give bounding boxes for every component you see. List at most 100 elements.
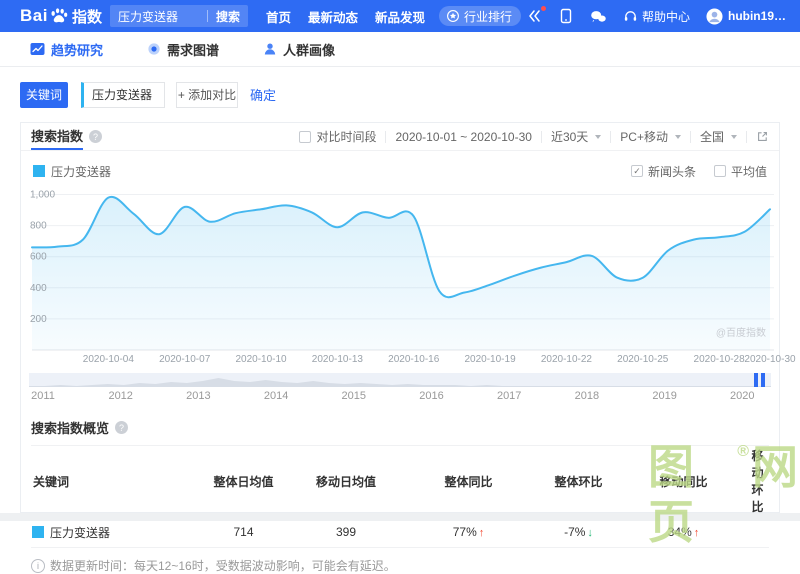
- header-nav: 首页 最新动态 新品发现: [266, 7, 425, 26]
- mobile-mom: [746, 516, 769, 548]
- region-value: 全国: [699, 130, 724, 144]
- nav-item-news[interactable]: 最新动态: [308, 7, 358, 26]
- period-select[interactable]: 近30天: [550, 128, 602, 145]
- divider: [689, 130, 691, 143]
- year-label: 2019: [652, 390, 677, 402]
- index-overview-section: 搜索指数概览 ? 关键词 整体日均值 移动日均值 整体同比 整体环比 移动同比 移动环比 压…: [21, 406, 779, 574]
- news-headlines-toggle[interactable]: 新闻头条: [630, 163, 696, 180]
- svg-text:400: 400: [30, 283, 47, 294]
- header-search-box[interactable]: 压力变送器 搜索: [109, 5, 248, 27]
- mobile-yoy: 34% ↑: [621, 516, 746, 548]
- nav-item-home[interactable]: 首页: [266, 7, 291, 26]
- year-label: 2011: [31, 390, 55, 402]
- panel-header: 搜索指数 ? 对比时间段 2020-10-01 ~ 2020-10-30 近30…: [21, 123, 779, 151]
- export-icon[interactable]: [756, 130, 769, 143]
- keyword-button[interactable]: 关键词: [20, 81, 68, 108]
- page-footer-strip: [0, 513, 800, 521]
- date-range-picker[interactable]: 2020-10-01 ~ 2020-10-30: [395, 130, 531, 144]
- svg-text:1,000: 1,000: [30, 190, 55, 201]
- time-range-slider[interactable]: 2011 2012 2013 2014 2015 2016 2017 2018 2019 2020: [29, 373, 771, 406]
- avatar: [706, 7, 723, 25]
- chart-toggles: 新闻头条 平均值: [630, 163, 767, 180]
- wechat-icon[interactable]: [589, 9, 607, 24]
- toggle-label: 新闻头条: [647, 164, 696, 179]
- tab-demand-graph[interactable]: 需求图谱: [147, 40, 219, 59]
- chevron-down-icon: [731, 134, 737, 139]
- slider-sparkline: [29, 378, 771, 387]
- module-nav: 趋势研究 需求图谱 人群画像: [0, 32, 800, 67]
- checkbox-icon[interactable]: [713, 165, 726, 177]
- radar-target-icon: [147, 42, 161, 56]
- average-value-toggle[interactable]: 平均值: [713, 163, 767, 180]
- divider: [746, 130, 747, 143]
- svg-text:2020-10-04: 2020-10-04: [83, 354, 135, 365]
- add-compare-button[interactable]: + 添加对比: [176, 81, 238, 108]
- baidu-index-logo[interactable]: Bai 指数: [20, 6, 102, 27]
- person-icon: [263, 42, 277, 56]
- toggle-label: 平均值: [730, 164, 767, 179]
- column-header: 移动环比: [746, 445, 769, 517]
- device-select[interactable]: PC+移动: [620, 128, 681, 145]
- help-center-label: 帮助中心: [641, 9, 690, 24]
- overall-yoy: 77% ↑: [401, 516, 536, 548]
- info-icon: i: [31, 558, 45, 573]
- table-header-row: 关键词 整体日均值 移动日均值 整体同比 整体环比 移动同比 移动环比: [31, 445, 769, 517]
- tab-label: 趋势研究: [51, 42, 104, 58]
- column-header: 整体日均值: [196, 445, 291, 517]
- announcement-icon[interactable]: [527, 6, 546, 24]
- svg-text:2020-10-07: 2020-10-07: [159, 354, 211, 365]
- confirm-button[interactable]: 确定: [250, 85, 276, 104]
- svg-text:2020-10-16: 2020-10-16: [388, 354, 440, 365]
- divider: [540, 130, 542, 143]
- checkbox-icon[interactable]: [630, 165, 643, 177]
- svg-text:2020-10-19: 2020-10-19: [464, 354, 516, 365]
- table-row[interactable]: 压力变送器 714 399 77% ↑ -7% ↓ 34% ↑: [31, 516, 769, 548]
- mobile-app-icon[interactable]: [559, 8, 573, 24]
- baidu-index-watermark: @百度指数: [715, 328, 766, 339]
- period-value: 近30天: [550, 130, 589, 144]
- tab-search-index[interactable]: 搜索指数: [31, 123, 84, 150]
- slider-track[interactable]: [29, 373, 771, 387]
- trend-chart[interactable]: 200 400 600 800 1,000 2020-10-04 2020-10-07 202…: [24, 187, 796, 366]
- overview-table: 关键词 整体日均值 移动日均值 整体同比 整体环比 移动同比 移动环比 压力变送器 714 …: [31, 445, 769, 548]
- logo-text-index: 指数: [71, 8, 102, 26]
- device-value: PC+移动: [620, 130, 668, 144]
- year-label: 2013: [186, 390, 211, 402]
- region-select[interactable]: 全国: [700, 128, 737, 145]
- search-button[interactable]: 搜索: [208, 8, 248, 25]
- data-update-note: i 数据更新时间：每天12~16时，受数据波动影响，可能会有延迟。: [31, 557, 769, 574]
- overall-mom: -7% ↓: [536, 516, 621, 548]
- checkbox-icon[interactable]: [299, 130, 312, 143]
- nav-item-discover[interactable]: 新品发现: [375, 7, 425, 26]
- chevron-down-icon: [674, 134, 681, 139]
- svg-text:2020-10-30: 2020-10-30: [744, 354, 796, 365]
- top-header-bar: Bai 指数 压力变送器 搜索 首页 最新动态 新品发现 行业排行 帮助中心 h…: [0, 0, 800, 32]
- question-icon[interactable]: ?: [89, 130, 103, 143]
- trend-chart-svg[interactable]: 200 400 600 800 1,000 2020-10-04 2020-10-07 202…: [24, 187, 796, 366]
- chart-controls: 对比时间段 2020-10-01 ~ 2020-10-30 近30天 PC+移动…: [299, 128, 769, 145]
- industry-ranking-button[interactable]: 行业排行: [439, 6, 522, 26]
- handle-bar-left[interactable]: [754, 373, 758, 387]
- handle-bar-right[interactable]: [761, 373, 765, 387]
- svg-text:2020-10-13: 2020-10-13: [312, 354, 364, 365]
- column-header: 整体同比: [401, 445, 536, 517]
- year-label: 2012: [108, 390, 133, 402]
- compare-period-label: 对比时间段: [316, 130, 377, 144]
- question-icon[interactable]: ?: [115, 421, 129, 434]
- help-center[interactable]: 帮助中心: [623, 8, 690, 25]
- year-label: 2014: [263, 390, 289, 402]
- keyword-bar: 关键词 压力变送器 + 添加对比 确定: [0, 67, 800, 122]
- keyword-input[interactable]: 压力变送器: [81, 81, 165, 108]
- tab-crowd-portrait[interactable]: 人群画像: [263, 40, 335, 59]
- year-label: 2016: [419, 390, 444, 402]
- tab-trend-research[interactable]: 趋势研究: [30, 40, 103, 59]
- tab-label: 人群画像: [283, 42, 336, 58]
- user-menu[interactable]: hubin19…: [706, 7, 786, 25]
- slider-handle[interactable]: [754, 373, 765, 387]
- svg-text:200: 200: [30, 314, 47, 325]
- trend-arrow-icon: ↑: [693, 527, 700, 539]
- compare-period-checkbox[interactable]: 对比时间段: [299, 128, 376, 145]
- divider: [385, 130, 387, 143]
- header-search-input[interactable]: 压力变送器: [110, 8, 207, 25]
- svg-text:800: 800: [30, 221, 47, 232]
